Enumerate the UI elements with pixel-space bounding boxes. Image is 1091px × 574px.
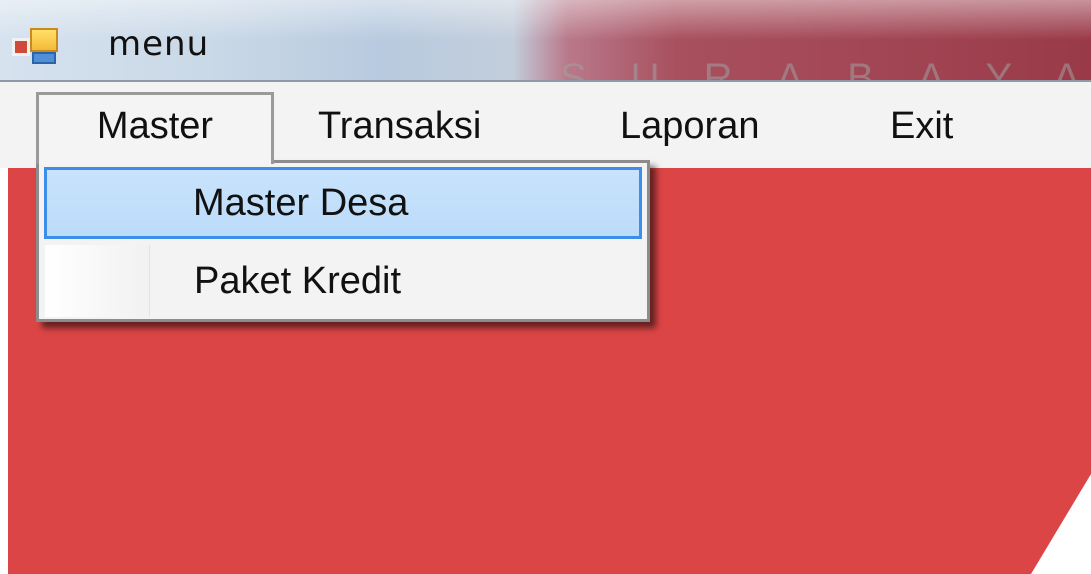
master-dropdown-menu: Master Desa Paket Kredit [36,160,650,322]
menu-laporan[interactable]: Laporan [620,96,759,156]
menu-exit[interactable]: Exit [890,96,953,156]
menu-bar: Master Transaksi Laporan Exit [0,82,1091,168]
client-corner-decoration [1031,474,1091,574]
app-icon-small-square [12,38,30,56]
menu-item-label: Master Desa [193,182,409,224]
title-bar[interactable]: menu SURABAYA [0,0,1091,100]
window-left-border [0,168,8,574]
menu-master[interactable]: Master [36,92,274,164]
menu-item-master-desa[interactable]: Master Desa [44,167,642,239]
menu-item-paket-kredit[interactable]: Paket Kredit [44,245,642,317]
app-icon-window-frame [30,28,58,52]
menu-transaksi[interactable]: Transaksi [318,96,481,156]
app-window-icon[interactable] [12,28,62,68]
app-icon-base [32,52,56,64]
window-title: menu [108,24,210,64]
app-window: menu SURABAYA Master Transaksi Laporan E… [0,0,1091,574]
menu-item-label: Paket Kredit [194,260,401,302]
